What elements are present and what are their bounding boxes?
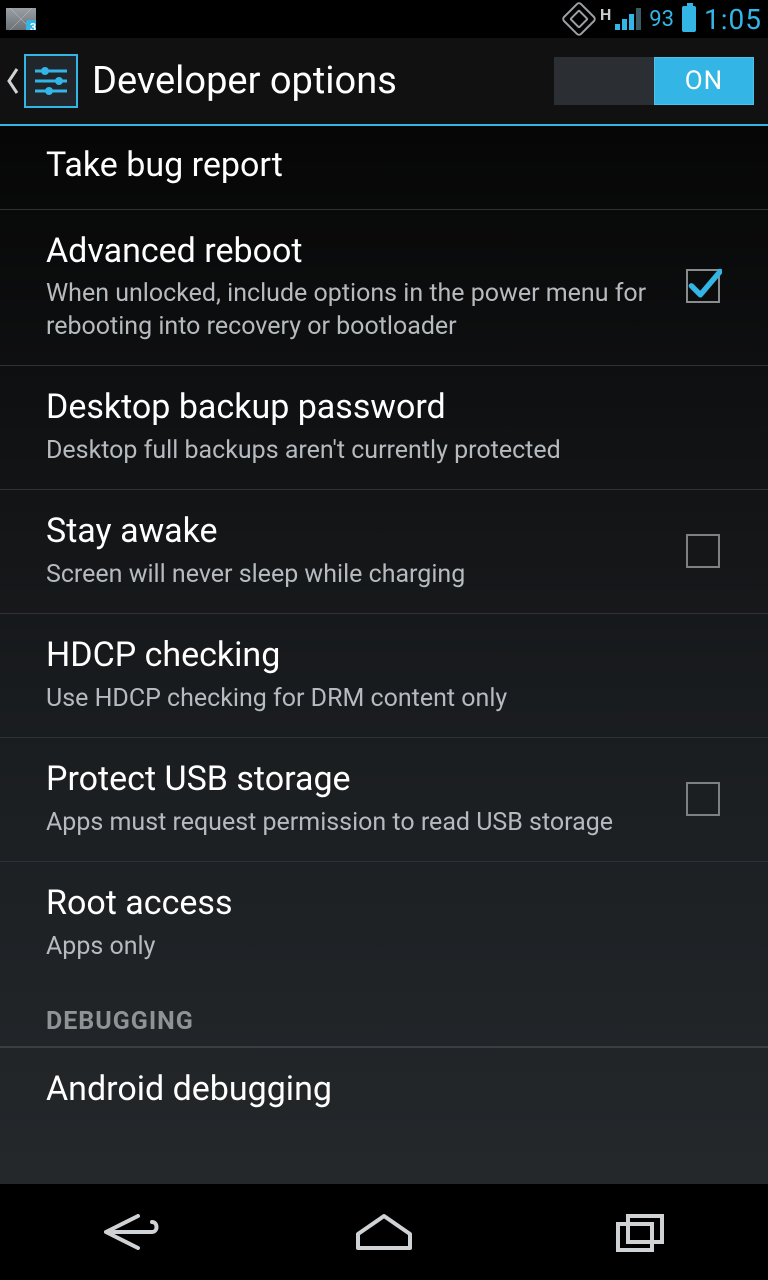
back-icon[interactable]: [6, 67, 20, 95]
section-header-debugging: DEBUGGING: [0, 985, 768, 1048]
item-desktop-backup-password[interactable]: Desktop backup password Desktop full bac…: [0, 366, 768, 490]
item-subtitle: Apps only: [46, 931, 740, 964]
item-protect-usb-storage[interactable]: Protect USB storage Apps must request pe…: [0, 738, 768, 862]
toggle-on-label: ON: [654, 57, 754, 105]
item-title: HDCP checking: [46, 634, 740, 677]
signal-icon: [615, 8, 641, 30]
item-android-debugging[interactable]: Android debugging: [0, 1048, 768, 1115]
gmail-notification-icon: 3: [6, 8, 36, 30]
status-bar: 3 H 93 1:05: [0, 0, 768, 38]
item-hdcp-checking[interactable]: HDCP checking Use HDCP checking for DRM …: [0, 614, 768, 738]
battery-percentage: 93: [649, 7, 674, 32]
action-bar: Developer options ON: [0, 38, 768, 126]
item-take-bug-report[interactable]: Take bug report: [0, 126, 768, 210]
page-title: Developer options: [92, 59, 554, 103]
checkbox-advanced-reboot[interactable]: [686, 269, 720, 303]
system-nav-bar: [0, 1184, 768, 1280]
item-title: Desktop backup password: [46, 386, 740, 429]
item-subtitle: Desktop full backups aren't currently pr…: [46, 435, 740, 468]
item-advanced-reboot[interactable]: Advanced reboot When unlocked, include o…: [0, 210, 768, 367]
item-root-access[interactable]: Root access Apps only: [0, 862, 768, 985]
status-clock: 1:05: [704, 3, 762, 36]
item-stay-awake[interactable]: Stay awake Screen will never sleep while…: [0, 490, 768, 614]
settings-list[interactable]: Take bug report Advanced reboot When unl…: [0, 126, 768, 1184]
item-subtitle: When unlocked, include options in the po…: [46, 278, 666, 343]
item-title: Protect USB storage: [46, 758, 666, 801]
item-subtitle: Apps must request permission to read USB…: [46, 807, 666, 840]
item-title: Advanced reboot: [46, 230, 666, 273]
gmail-badge: 3: [26, 20, 40, 34]
checkbox-stay-awake[interactable]: [686, 534, 720, 568]
battery-icon: [682, 6, 696, 32]
item-title: Stay awake: [46, 510, 666, 553]
rotation-lock-icon: [561, 1, 598, 38]
nav-home-button[interactable]: [324, 1202, 444, 1262]
item-title: Android debugging: [46, 1068, 740, 1111]
checkbox-protect-usb[interactable]: [686, 782, 720, 816]
master-toggle[interactable]: ON: [554, 57, 754, 105]
item-title: Take bug report: [46, 144, 740, 187]
settings-sliders-icon[interactable]: [24, 54, 78, 108]
network-type-icon: H: [600, 5, 611, 24]
item-subtitle: Screen will never sleep while charging: [46, 559, 666, 592]
nav-recents-button[interactable]: [580, 1202, 700, 1262]
item-subtitle: Use HDCP checking for DRM content only: [46, 683, 740, 716]
item-title: Root access: [46, 882, 740, 925]
nav-back-button[interactable]: [68, 1202, 188, 1262]
